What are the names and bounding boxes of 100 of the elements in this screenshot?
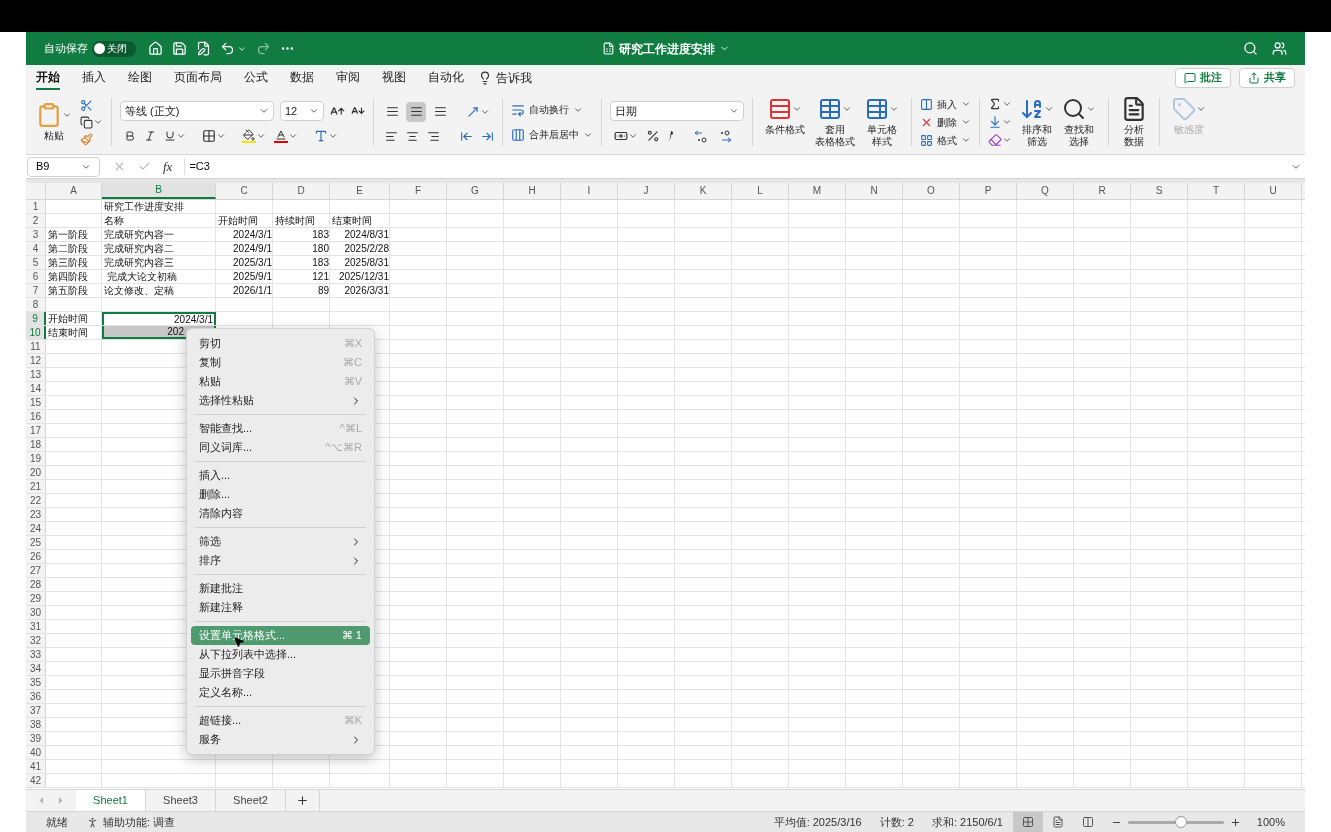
caret-icon[interactable] (309, 106, 319, 116)
column-header[interactable]: B (102, 183, 216, 199)
vertical-align-button[interactable] (406, 101, 426, 122)
currency-icon[interactable] (614, 129, 628, 143)
column-header[interactable]: S (1131, 183, 1188, 199)
ribbon-button[interactable]: 套用 表格格式 (811, 94, 859, 148)
row-header[interactable]: 37 (26, 704, 46, 717)
ribbon-button[interactable]: 单元格 样式 (861, 94, 903, 148)
caret-icon[interactable] (889, 104, 899, 114)
row-header[interactable]: 1 (26, 200, 46, 213)
row-header[interactable]: 33 (26, 648, 46, 661)
align-left-icon[interactable] (385, 129, 398, 143)
font-size-dropdown[interactable]: 12 (280, 101, 324, 121)
cells-button[interactable]: 格式 (920, 132, 971, 148)
row-header[interactable]: 26 (26, 550, 46, 563)
formula-input[interactable]: =C3 (184, 158, 1291, 175)
ribbon-tab[interactable]: 公式 (244, 65, 268, 90)
increase-decimal-icon[interactable] (694, 129, 710, 143)
caret-icon[interactable] (842, 104, 852, 114)
column-header[interactable]: F (390, 183, 447, 199)
menu-item[interactable]: 新建批注 (191, 579, 370, 598)
menu-item[interactable]: 筛选 (191, 532, 370, 551)
row-header[interactable]: 39 (26, 732, 46, 745)
ribbon-button[interactable]: 查找和 选择 (1058, 94, 1100, 148)
menu-item[interactable]: 删除... (191, 485, 370, 504)
cells-button[interactable]: 插入 (920, 96, 971, 112)
accessibility-status[interactable]: 辅助功能: 调查 (103, 813, 176, 831)
column-header[interactable]: D (273, 183, 330, 199)
row-header[interactable]: 34 (26, 662, 46, 675)
font-color-icon[interactable] (274, 129, 288, 143)
ribbon-tab[interactable]: 审阅 (336, 65, 360, 90)
row-header[interactable]: 4 (26, 242, 46, 255)
people-icon[interactable] (1272, 41, 1287, 56)
menu-item[interactable]: 显示拼音字段 (191, 664, 370, 683)
row-header[interactable]: 29 (26, 592, 46, 605)
row-header[interactable]: 10 (26, 326, 46, 339)
font-name-dropdown[interactable]: 等线 (正文) (120, 101, 274, 121)
save-icon[interactable] (172, 41, 187, 56)
ribbon-tab[interactable]: 视图 (382, 65, 406, 90)
percent-icon[interactable] (646, 129, 660, 143)
sum-icon[interactable] (988, 97, 1002, 111)
row-header[interactable]: 23 (26, 508, 46, 521)
column-header[interactable]: C (216, 183, 273, 199)
row-header[interactable]: 31 (26, 620, 46, 633)
column-header[interactable]: H (504, 183, 561, 199)
row-header[interactable]: 16 (26, 410, 46, 423)
caret-icon[interactable] (328, 131, 338, 141)
share-button[interactable]: 共享 (1239, 67, 1295, 88)
underline-icon[interactable] (164, 130, 176, 142)
cells-button[interactable]: 删除 (920, 114, 971, 130)
row-header[interactable]: 20 (26, 466, 46, 479)
autosave-toggle[interactable]: 关闭 (92, 40, 136, 57)
caret-icon[interactable] (792, 104, 802, 114)
column-header[interactable]: G (447, 183, 504, 199)
zoom-level[interactable]: 100% (1256, 813, 1285, 831)
orientation-icon[interactable] (466, 104, 480, 119)
menu-item[interactable]: 定义名称... (191, 683, 370, 702)
menu-item[interactable]: 同义词库... ^⌥⌘R (191, 438, 370, 457)
italic-icon[interactable] (144, 130, 156, 142)
caret-icon[interactable] (1086, 104, 1096, 114)
menu-item[interactable]: 智能查找... ^⌘L (191, 419, 370, 438)
column-header[interactable]: M (789, 183, 846, 199)
row-header[interactable]: 28 (26, 578, 46, 591)
cut-icon[interactable] (80, 98, 93, 112)
fill-icon[interactable] (988, 115, 1002, 129)
row-header[interactable]: 11 (26, 340, 46, 353)
row-header[interactable]: 13 (26, 368, 46, 381)
column-header[interactable]: P (960, 183, 1017, 199)
ribbon-tab[interactable]: 自动化 (428, 65, 464, 90)
tell-me-label[interactable]: 告诉我 (496, 68, 532, 87)
row-header[interactable]: 38 (26, 718, 46, 731)
save-as-icon[interactable] (196, 41, 211, 56)
column-header[interactable]: T (1188, 183, 1245, 199)
decrease-indent-icon[interactable] (460, 129, 473, 143)
name-box[interactable]: B9 (27, 156, 100, 177)
row-header[interactable]: 24 (26, 522, 46, 535)
analyze-data-button[interactable]: 分析 数据 (1117, 94, 1151, 150)
column-header[interactable]: L (732, 183, 789, 199)
row-header[interactable]: 15 (26, 396, 46, 409)
comments-button[interactable]: 批注 (1175, 67, 1231, 88)
home-icon[interactable] (148, 41, 163, 56)
row-header[interactable]: 32 (26, 634, 46, 647)
ribbon-button[interactable]: 排序和 筛选 (1016, 94, 1058, 148)
menu-item[interactable]: 清除内容 (191, 504, 370, 523)
menu-item[interactable]: 新建注释 (191, 598, 370, 617)
ribbon-tab[interactable]: 页面布局 (174, 65, 222, 90)
menu-item[interactable]: 复制 ⌘C (191, 353, 370, 372)
increase-indent-icon[interactable] (481, 129, 494, 143)
row-header[interactable]: 7 (26, 284, 46, 297)
row-header[interactable]: 21 (26, 480, 46, 493)
row-header[interactable]: 41 (26, 760, 46, 773)
zoom-slider[interactable] (1127, 816, 1224, 828)
selected-cell[interactable]: 2024/3/1 (102, 312, 216, 325)
number-format-dropdown[interactable]: 日期 (610, 101, 744, 121)
align-right-icon[interactable] (427, 129, 440, 143)
insert-function-label[interactable]: fx (163, 156, 173, 177)
ribbon-tab[interactable]: 绘图 (128, 65, 152, 90)
column-header[interactable]: U (1245, 183, 1302, 199)
borders-icon[interactable] (202, 129, 216, 143)
column-header[interactable]: R (1074, 183, 1131, 199)
